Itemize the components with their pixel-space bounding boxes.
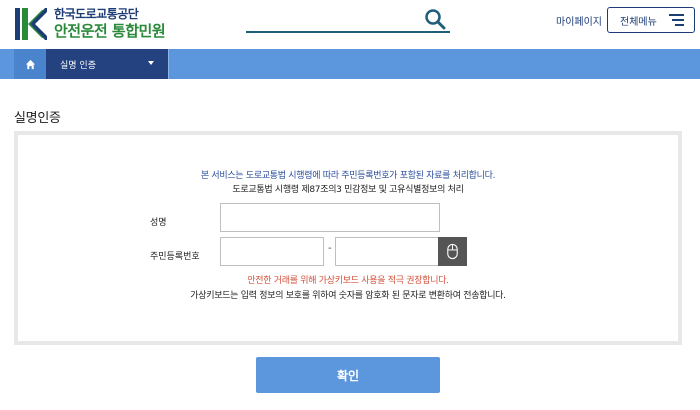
all-menu-label: 전체메뉴 (620, 16, 657, 28)
logo-service-name: 안전운전 통합민원 (54, 22, 166, 40)
nav-current-menu[interactable]: 실명 인증 (46, 49, 168, 79)
caret-down-icon (148, 61, 154, 65)
notice-legal-article: 도로교통법 시행령 제87조의3 민감정보 및 고유식별정보의 처리 (232, 185, 464, 195)
nav-divider (168, 49, 169, 79)
search-icon[interactable] (424, 8, 446, 30)
confirm-button[interactable]: 확인 (256, 357, 440, 393)
page-title: 실명인증 (14, 111, 61, 126)
name-input[interactable] (220, 203, 440, 232)
search-bar (246, 6, 450, 33)
rrn-second-input[interactable] (335, 237, 439, 266)
rrn-dash: - (328, 243, 332, 254)
nav-current-label: 실명 인증 (60, 60, 96, 71)
site-header: 한국도로교통공단 안전운전 통합민원 마이페이지 전체메뉴 (0, 0, 700, 49)
mouse-icon (447, 243, 458, 260)
rrn-label: 주민등록번호 (150, 252, 200, 262)
verification-panel: 본 서비스는 도로교통법 시행령에 따라 주민등록번호가 포함된 자료를 처리합… (14, 131, 682, 345)
logo-mark-icon (14, 6, 48, 42)
logo-org-name: 한국도로교통공단 (54, 7, 139, 21)
home-icon (25, 59, 35, 69)
rrn-first-input[interactable] (220, 237, 324, 266)
nav-home-button[interactable] (14, 49, 46, 79)
notice-legal-basis: 본 서비스는 도로교통법 시행령에 따라 주민등록번호가 포함된 자료를 처리합… (200, 171, 496, 181)
mypage-link[interactable]: 마이페이지 (556, 13, 602, 28)
hamburger-icon (669, 14, 684, 27)
virtual-keyboard-info: 가상키보드는 입력 정보의 보호를 위하여 숫자를 암호화 된 문자로 변환하여… (190, 291, 506, 301)
search-input[interactable] (246, 6, 418, 31)
virtual-keyboard-warning: 안전한 거래를 위해 가상키보드 사용을 적극 권장합니다. (247, 276, 449, 286)
name-label: 성명 (150, 218, 167, 228)
virtual-keyboard-button[interactable] (438, 237, 467, 266)
all-menu-button[interactable]: 전체메뉴 (607, 7, 695, 33)
nav-bar: 실명 인증 (0, 49, 700, 79)
site-logo[interactable]: 한국도로교통공단 안전운전 통합민원 (14, 6, 166, 42)
